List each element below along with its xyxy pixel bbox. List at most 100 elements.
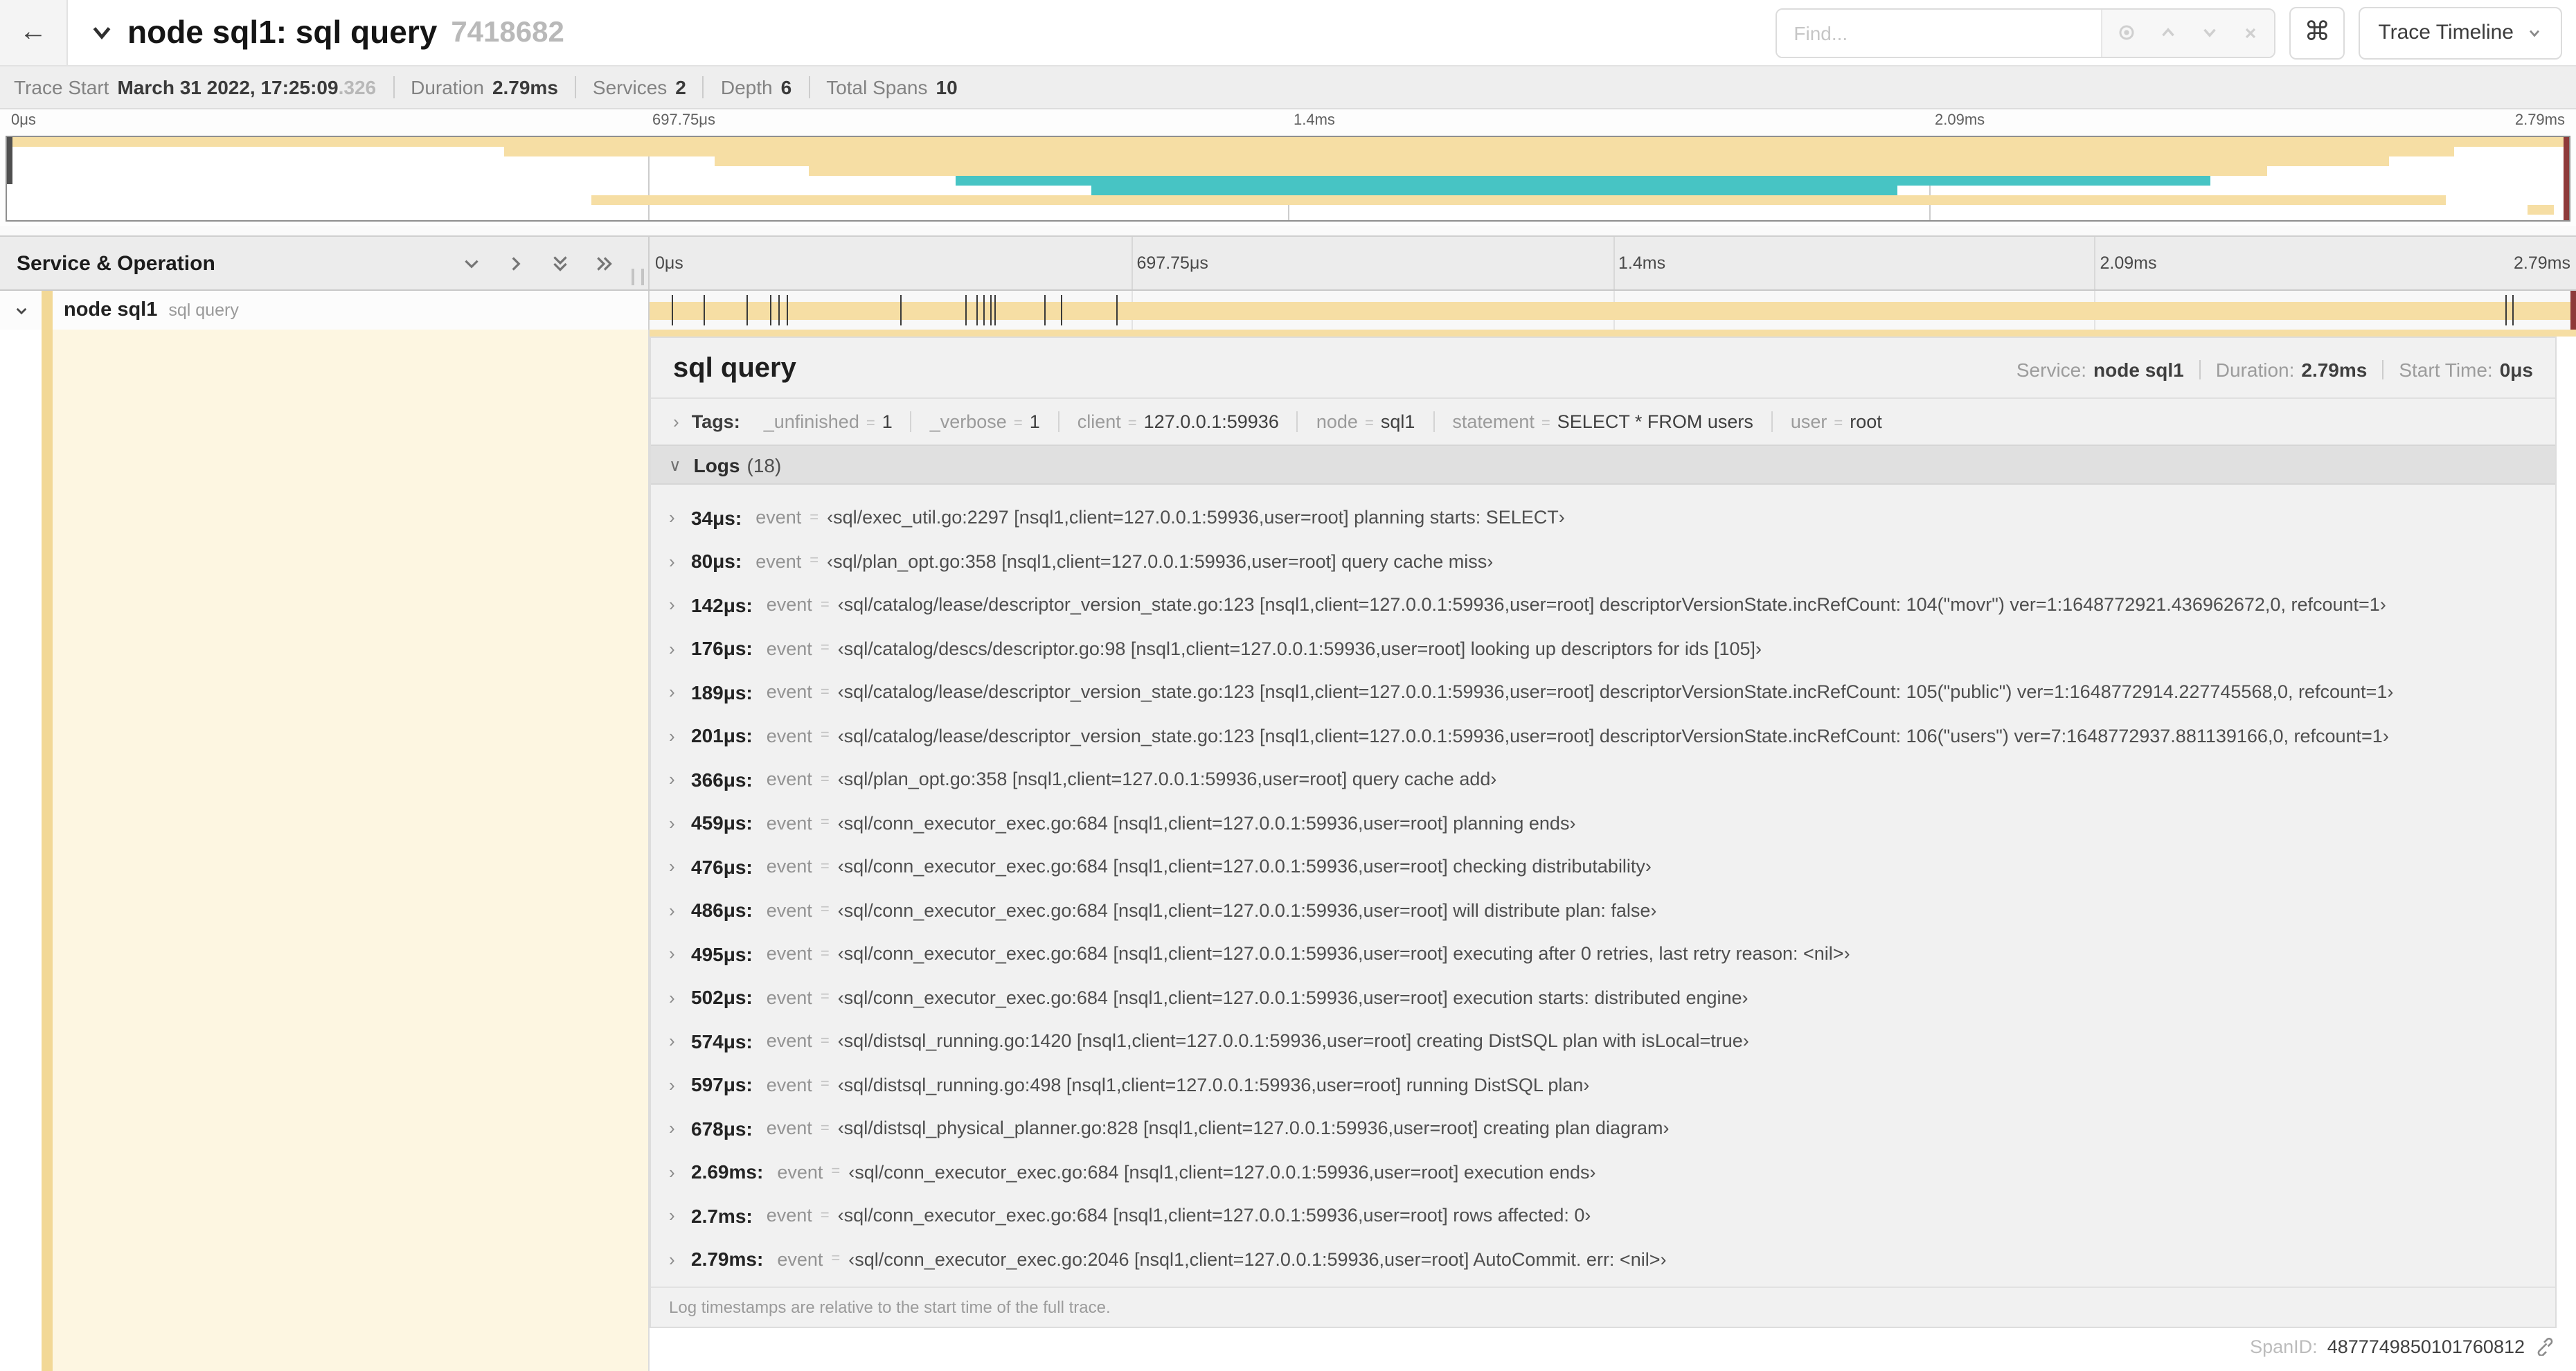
summary-value-suffix: .326 [338,76,377,98]
log-entry-row[interactable]: › 476μs: event = ‹sql/conn_executor_exec… [669,845,2555,888]
equals-sign: = [1013,415,1023,432]
log-field-key: event [766,812,812,834]
log-entry-row[interactable]: › 176μs: event = ‹sql/catalog/descs/desc… [669,627,2555,670]
log-entry-row[interactable]: › 486μs: event = ‹sql/conn_executor_exec… [669,888,2555,932]
log-timestamp: 486μs: [691,899,753,922]
tags-row[interactable]: › Tags: _unfinished = 1 _verbose = 1 cli… [651,399,2555,443]
equals-sign: = [820,814,830,832]
back-button[interactable]: ← [0,0,68,65]
log-entry-row[interactable]: › 189μs: event = ‹sql/catalog/lease/desc… [669,670,2555,714]
divider [2382,360,2384,379]
expand-one-chevron-right-icon[interactable] [506,253,526,274]
minimap-canvas[interactable] [6,136,2570,222]
equals-sign: = [820,1032,830,1050]
log-entry-row[interactable]: › 574μs: event = ‹sql/distsql_running.go… [669,1019,2555,1063]
log-field-value: ‹sql/conn_executor_exec.go:684 [nsql1,cl… [848,1161,1596,1183]
equals-sign: = [1834,415,1843,432]
minimap-right-drag-handle[interactable] [2564,137,2569,220]
summary-value: 6 [780,76,792,98]
log-entry-row[interactable]: › 366μs: event = ‹sql/plan_opt.go:358 [n… [669,758,2555,801]
chevron-down-icon: ∨ [669,455,681,474]
back-arrow-icon: ← [19,17,47,47]
service-label: Service: [2016,359,2087,381]
log-entry-row[interactable]: › 201μs: event = ‹sql/catalog/lease/desc… [669,714,2555,758]
tag-value: SELECT * FROM users [1557,411,1753,432]
find-tools [2101,9,2275,56]
log-timestamp: 201μs: [691,724,753,747]
span-row[interactable]: node sql1 sql query [0,291,2576,330]
log-timestamp: 2.7ms: [691,1204,753,1227]
span-duration-bar[interactable] [650,302,2576,320]
tag-item: user = root [1771,411,1900,432]
collapse-all-double-chevron-down-icon[interactable] [550,253,571,274]
log-timestamp: 34μs: [691,506,742,529]
span-detail-overview: Service: node sql1 Duration: 2.79ms Start … [2016,359,2533,381]
summary-value: March 31 2022, 17:25:09 [117,76,339,98]
log-field-value: ‹sql/catalog/lease/descriptor_version_st… [837,681,2394,703]
collapse-one-chevron-down-icon[interactable] [461,253,482,274]
expand-all-double-chevron-right-icon[interactable] [594,253,615,274]
deep-link-icon[interactable] [2534,1336,2554,1356]
log-entry-row[interactable]: › 459μs: event = ‹sql/conn_executor_exec… [669,801,2555,845]
column-resizer-grip[interactable] [632,269,644,285]
log-field-value: ‹sql/plan_opt.go:358 [nsql1,client=127.0… [837,769,1497,790]
span-row-bar-cell[interactable] [650,291,2576,330]
trace-timeline-page: ← node sql1: sql query 7418682 Find... ⌘… [0,0,2576,1371]
log-marker-tick [990,295,992,325]
chevron-right-icon: › [669,987,675,1008]
equals-sign: = [820,945,830,962]
log-entry-row[interactable]: › 2.79ms: event = ‹sql/conn_executor_exe… [669,1237,2555,1281]
chevron-right-icon: › [669,1161,675,1183]
log-entries: › 34μs: event = ‹sql/exec_util.go:2297 [… [651,485,2555,1281]
logs-section-header[interactable]: ∨ Logs (18) [651,445,2555,485]
equals-sign: = [1127,415,1137,432]
collapse-trace-chevron-down-icon[interactable] [90,21,114,44]
log-entry-row[interactable]: › 502μs: event = ‹sql/conn_executor_exec… [669,976,2555,1019]
span-collapse-chevron-down-icon[interactable] [0,303,42,318]
equals-sign: = [820,727,830,744]
span-row-name-cell[interactable]: node sql1 sql query [0,291,650,330]
equals-sign: = [820,683,830,701]
find-prev-chevron-up-icon[interactable] [2158,22,2179,43]
log-entry-row[interactable]: › 678μs: event = ‹sql/distsql_physical_p… [669,1106,2555,1150]
log-entry-row[interactable]: › 34μs: event = ‹sql/exec_util.go:2297 [… [669,496,2555,539]
minimap-left-drag-handle[interactable] [7,137,12,184]
ruler-label: 1.4ms [1618,253,1666,273]
keyboard-shortcuts-button[interactable]: ⌘ [2289,6,2345,59]
log-timestamp: 502μs: [691,986,753,1009]
tag-value: sql1 [1380,411,1415,432]
trace-view-selector[interactable]: Trace Timeline [2359,6,2562,59]
log-entry-row[interactable]: › 2.69ms: event = ‹sql/conn_executor_exe… [669,1150,2555,1194]
minimap-span [809,166,2267,176]
divider [2199,360,2201,379]
equals-sign: = [820,989,830,1006]
log-field-value: ‹sql/catalog/lease/descriptor_version_st… [837,725,2389,746]
log-marker-tick [2505,295,2507,325]
locate-icon[interactable] [2116,22,2137,43]
log-marker-tick [703,295,705,325]
chevron-right-icon: › [673,411,679,432]
chevron-right-icon: › [669,769,675,790]
log-entry-row[interactable]: › 495μs: event = ‹sql/conn_executor_exec… [669,932,2555,976]
find-next-chevron-down-icon[interactable] [2199,22,2220,43]
span-detail-region: sql query Service: node sql1 Duration: 2.7… [0,330,2576,1371]
find-input[interactable] [1777,9,2102,56]
chevron-right-icon: › [669,638,675,659]
summary-label: Total Spans [826,76,928,98]
log-field-key: event [766,1030,812,1052]
log-field-value: ‹sql/conn_executor_exec.go:684 [nsql1,cl… [837,987,1748,1008]
minimap-ruler-label: 2.09ms [1935,112,1985,129]
trace-summary-item: Trace Start March 31 2022, 17:25:09 .326 [14,76,376,98]
duration-label: Duration: [2215,359,2295,381]
log-field-value: ‹sql/conn_executor_exec.go:684 [nsql1,cl… [837,943,1850,965]
minimap-span [955,176,2210,186]
summary-label: Duration [411,76,484,98]
log-entry-row[interactable]: › 142μs: event = ‹sql/catalog/lease/desc… [669,583,2555,627]
tag-key: user [1790,411,1827,432]
log-entry-row[interactable]: › 597μs: event = ‹sql/distsql_running.go… [669,1063,2555,1106]
chevron-down-icon [2526,24,2543,41]
log-entry-row[interactable]: › 80μs: event = ‹sql/plan_opt.go:358 [ns… [669,539,2555,583]
log-entry-row[interactable]: › 2.7ms: event = ‹sql/conn_executor_exec… [669,1194,2555,1237]
log-marker-tick [2512,295,2514,325]
clear-find-close-icon[interactable] [2241,23,2260,42]
